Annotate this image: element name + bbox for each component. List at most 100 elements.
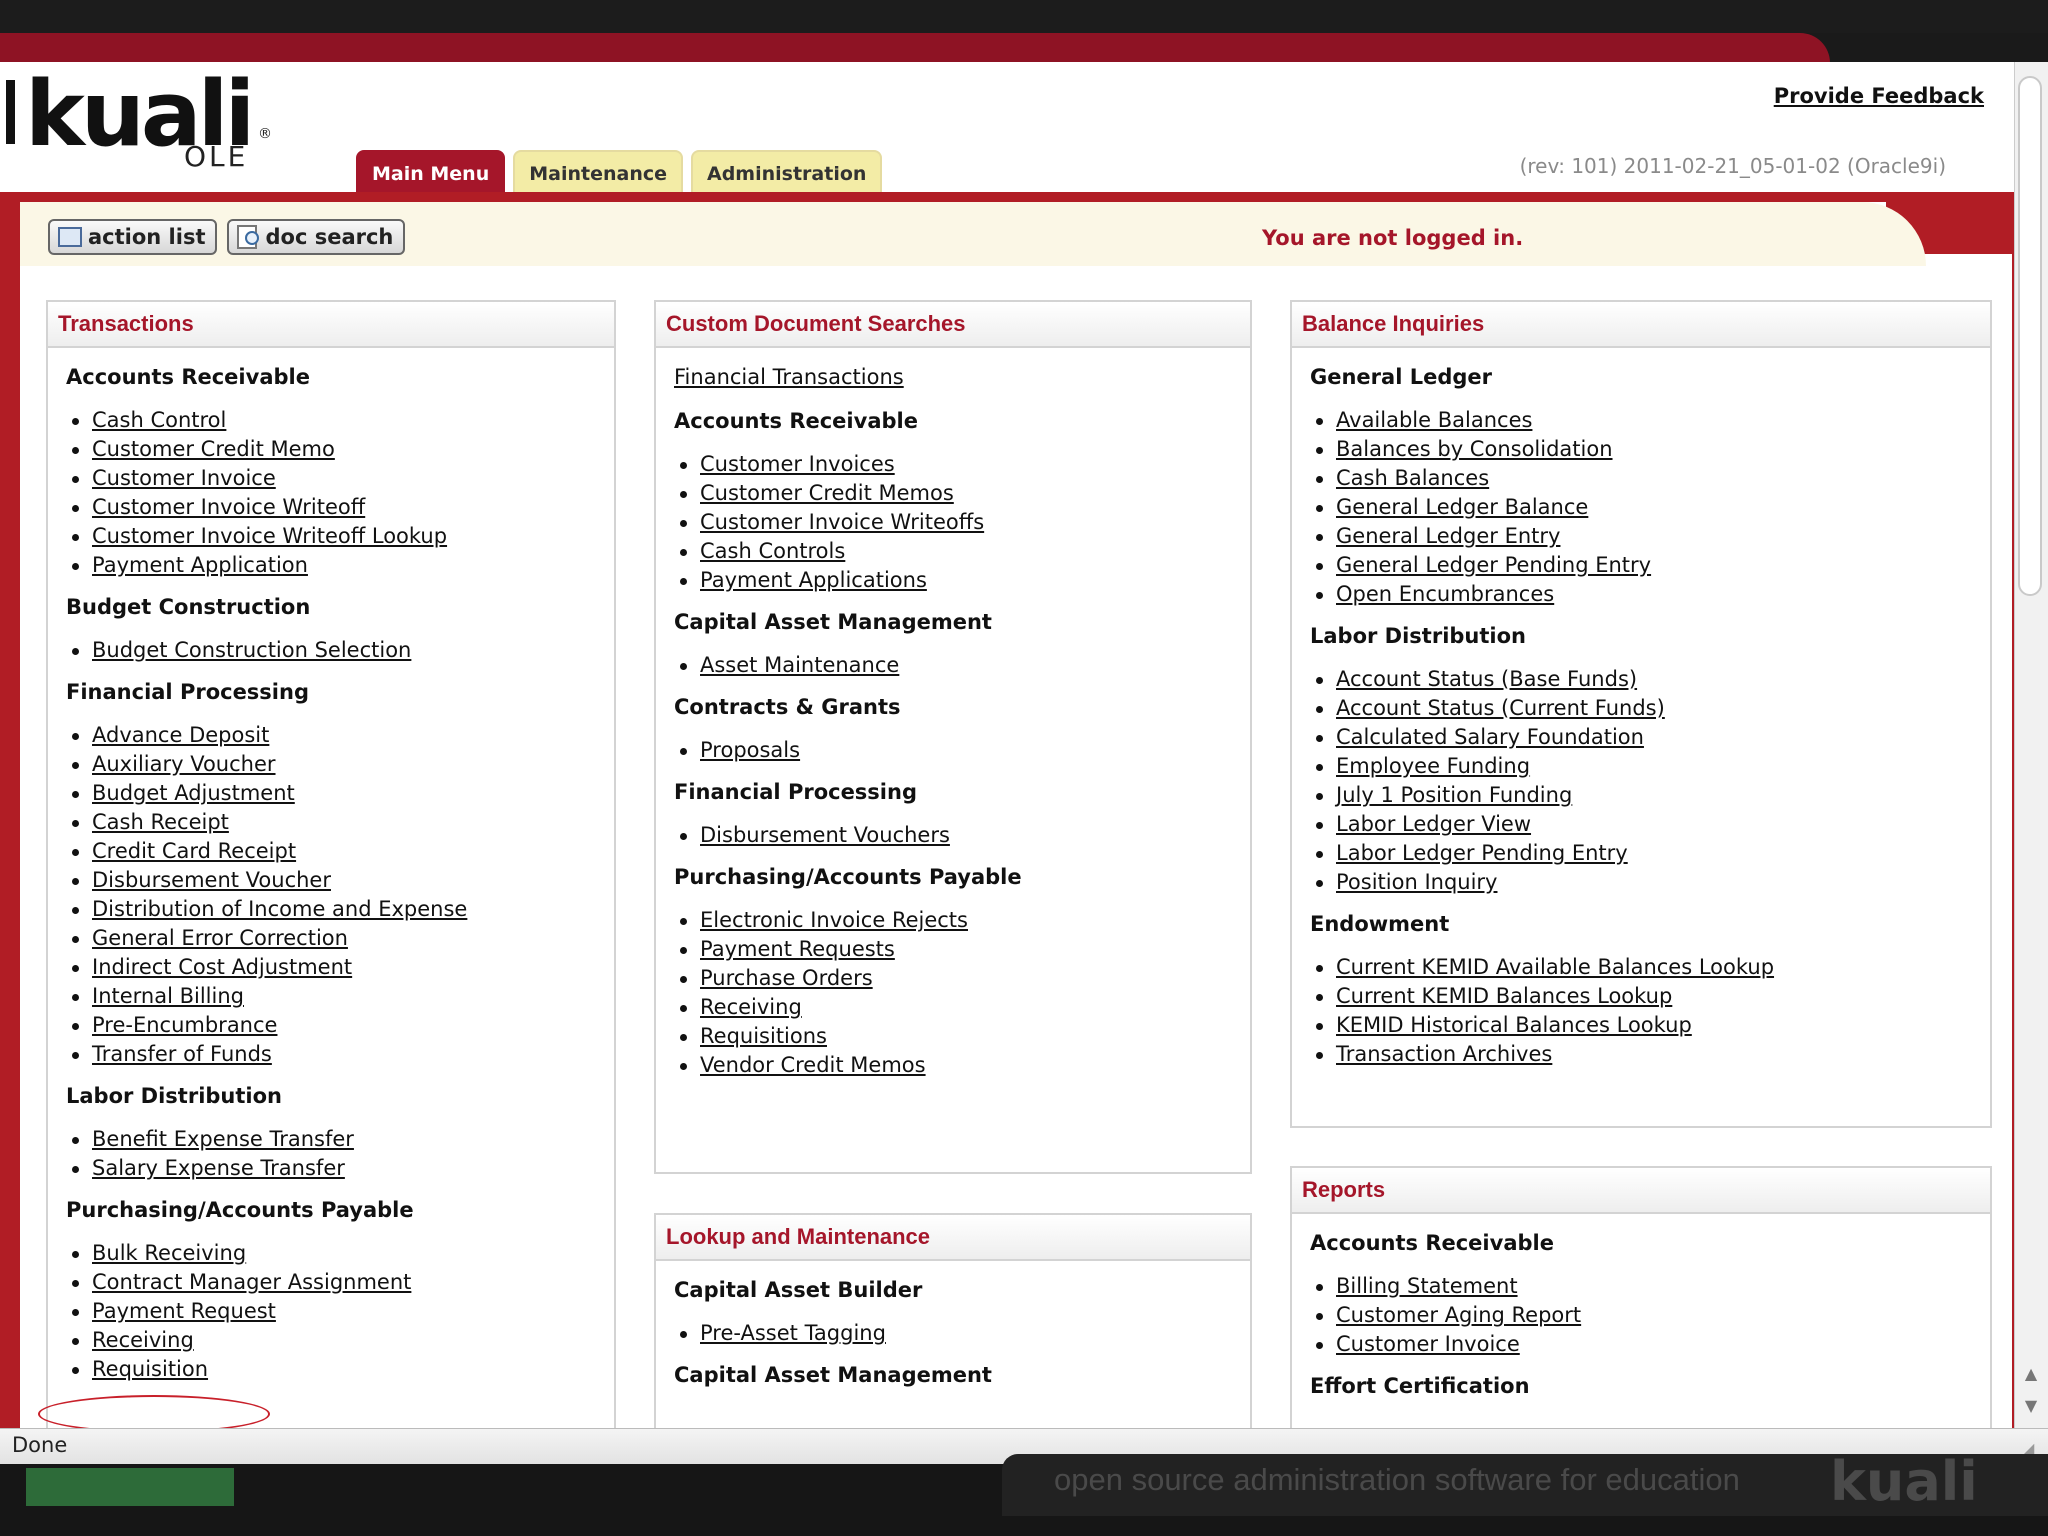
link-customer-credit-memos[interactable]: Customer Credit Memos	[700, 481, 954, 505]
link-cash-balances[interactable]: Cash Balances	[1336, 466, 1489, 490]
section-heading-financial-processing: Financial Processing	[66, 680, 309, 704]
link-labor-ledger-pending-entry[interactable]: Labor Ledger Pending Entry	[1336, 841, 1628, 865]
link-requisition[interactable]: Requisition	[92, 1357, 208, 1381]
link-customer-invoice[interactable]: Customer Invoice	[1336, 1332, 1520, 1356]
link-payment-requests[interactable]: Payment Requests	[700, 937, 895, 961]
link-general-ledger-balance[interactable]: General Ledger Balance	[1336, 495, 1588, 519]
link-payment-application[interactable]: Payment Application	[92, 553, 308, 577]
link-balances-by-consolidation[interactable]: Balances by Consolidation	[1336, 437, 1613, 461]
link-general-error-correction[interactable]: General Error Correction	[92, 926, 348, 950]
link-open-encumbrances[interactable]: Open Encumbrances	[1336, 582, 1554, 606]
link-general-ledger-entry[interactable]: General Ledger Entry	[1336, 524, 1560, 548]
link-cash-control[interactable]: Cash Control	[92, 408, 226, 432]
list-item: Budget Adjustment	[66, 779, 614, 808]
link-benefit-expense-transfer[interactable]: Benefit Expense Transfer	[92, 1127, 354, 1151]
link-available-balances[interactable]: Available Balances	[1336, 408, 1532, 432]
scroll-down-arrow-icon[interactable]: ▼	[2016, 1392, 2046, 1420]
link-account-status-base-funds[interactable]: Account Status (Base Funds)	[1336, 667, 1637, 691]
link-receiving[interactable]: Receiving	[92, 1328, 194, 1352]
link-asset-maintenance[interactable]: Asset Maintenance	[700, 653, 899, 677]
link-electronic-invoice-rejects[interactable]: Electronic Invoice Rejects	[700, 908, 968, 932]
link-payment-request[interactable]: Payment Request	[92, 1299, 276, 1323]
list-item: Disbursement Vouchers	[674, 821, 1250, 850]
link-auxiliary-voucher[interactable]: Auxiliary Voucher	[92, 752, 276, 776]
link-customer-invoices[interactable]: Customer Invoices	[700, 452, 895, 476]
list-item: Vendor Credit Memos	[674, 1051, 1250, 1080]
link-disbursement-vouchers[interactable]: Disbursement Vouchers	[700, 823, 950, 847]
tab-maintenance[interactable]: Maintenance	[513, 150, 683, 192]
list-item: Employee Funding	[1310, 752, 1990, 781]
link-distribution-of-income-and-expense[interactable]: Distribution of Income and Expense	[92, 897, 467, 921]
link-budget-adjustment[interactable]: Budget Adjustment	[92, 781, 295, 805]
list-item: Advance Deposit	[66, 721, 614, 750]
link-account-status-current-funds[interactable]: Account Status (Current Funds)	[1336, 696, 1665, 720]
link-indirect-cost-adjustment[interactable]: Indirect Cost Adjustment	[92, 955, 352, 979]
link-customer-invoice-writeoff[interactable]: Customer Invoice Writeoff	[92, 495, 365, 519]
link-contract-manager-assignment[interactable]: Contract Manager Assignment	[92, 1270, 411, 1294]
top-red-strip	[0, 33, 1830, 63]
link-list: Account Status (Base Funds) Account Statu…	[1310, 665, 1990, 897]
link-customer-credit-memo[interactable]: Customer Credit Memo	[92, 437, 335, 461]
link-current-kemid-balances-lookup[interactable]: Current KEMID Balances Lookup	[1336, 984, 1672, 1008]
transactions-panel: Transactions Accounts Receivable Cash Con…	[46, 300, 616, 1430]
transactions-panel-title: Transactions	[48, 302, 614, 348]
link-employee-funding[interactable]: Employee Funding	[1336, 754, 1530, 778]
link-customer-invoice-writeoff-lookup[interactable]: Customer Invoice Writeoff Lookup	[92, 524, 447, 548]
scroll-up-arrow-icon[interactable]: ▲	[2016, 1360, 2046, 1388]
logo-sub: OLE	[184, 140, 249, 173]
link-july-1-position-funding[interactable]: July 1 Position Funding	[1336, 783, 1572, 807]
link-transaction-archives[interactable]: Transaction Archives	[1336, 1042, 1552, 1066]
link-pre-encumbrance[interactable]: Pre-Encumbrance	[92, 1013, 277, 1037]
link-current-kemid-available-balances-lookup[interactable]: Current KEMID Available Balances Lookup	[1336, 955, 1774, 979]
link-advance-deposit[interactable]: Advance Deposit	[92, 723, 269, 747]
link-general-ledger-pending-entry[interactable]: General Ledger Pending Entry	[1336, 553, 1651, 577]
link-billing-statement[interactable]: Billing Statement	[1336, 1274, 1518, 1298]
link-requisitions[interactable]: Requisitions	[700, 1024, 827, 1048]
link-customer-invoice-writeoffs[interactable]: Customer Invoice Writeoffs	[700, 510, 984, 534]
list-item: Customer Invoice Writeoff	[66, 493, 614, 522]
section-heading-labor-distribution: Labor Distribution	[66, 1084, 282, 1108]
list-item: Payment Request	[66, 1297, 614, 1326]
link-payment-applications[interactable]: Payment Applications	[700, 568, 927, 592]
list-item: Distribution of Income and Expense	[66, 895, 614, 924]
list-item: Calculated Salary Foundation	[1310, 723, 1990, 752]
link-cash-receipt[interactable]: Cash Receipt	[92, 810, 229, 834]
list-item: Customer Invoice	[1310, 1330, 1990, 1359]
list-item: Receiving	[674, 993, 1250, 1022]
link-labor-ledger-view[interactable]: Labor Ledger View	[1336, 812, 1531, 836]
link-bulk-receiving[interactable]: Bulk Receiving	[92, 1241, 246, 1265]
link-budget-construction-selection[interactable]: Budget Construction Selection	[92, 638, 411, 662]
link-position-inquiry[interactable]: Position Inquiry	[1336, 870, 1497, 894]
link-customer-aging-report[interactable]: Customer Aging Report	[1336, 1303, 1581, 1327]
list-item: Requisition	[66, 1355, 614, 1384]
section-heading-accounts-receivable: Accounts Receivable	[1310, 1231, 1554, 1255]
section-heading-contracts-grants: Contracts & Grants	[674, 695, 901, 719]
list-item: Receiving	[66, 1326, 614, 1355]
provide-feedback-link[interactable]: Provide Feedback	[1774, 84, 1984, 108]
action-list-button[interactable]: action list	[48, 219, 218, 255]
lookup-maintenance-panel-title: Lookup and Maintenance	[656, 1215, 1250, 1261]
link-disbursement-voucher[interactable]: Disbursement Voucher	[92, 868, 331, 892]
link-kemid-historical-balances-lookup[interactable]: KEMID Historical Balances Lookup	[1336, 1013, 1692, 1037]
link-pre-asset-tagging[interactable]: Pre-Asset Tagging	[700, 1321, 886, 1345]
status-text: Done	[12, 1433, 68, 1457]
link-customer-invoice[interactable]: Customer Invoice	[92, 466, 276, 490]
link-purchase-orders[interactable]: Purchase Orders	[700, 966, 873, 990]
link-cash-controls[interactable]: Cash Controls	[700, 539, 845, 563]
link-proposals[interactable]: Proposals	[700, 738, 800, 762]
doc-search-icon	[237, 225, 260, 249]
scrollbar-thumb[interactable]	[2018, 76, 2042, 596]
link-internal-billing[interactable]: Internal Billing	[92, 984, 244, 1008]
link-calculated-salary-foundation[interactable]: Calculated Salary Foundation	[1336, 725, 1644, 749]
link-vendor-credit-memos[interactable]: Vendor Credit Memos	[700, 1053, 926, 1077]
link-list: Proposals	[674, 736, 1250, 765]
financial-transactions-link[interactable]: Financial Transactions	[674, 365, 904, 389]
link-receiving[interactable]: Receiving	[700, 995, 802, 1019]
link-salary-expense-transfer[interactable]: Salary Expense Transfer	[92, 1156, 345, 1180]
link-credit-card-receipt[interactable]: Credit Card Receipt	[92, 839, 296, 863]
doc-search-button[interactable]: doc search	[227, 219, 406, 255]
tab-main-menu[interactable]: Main Menu	[356, 150, 506, 192]
tab-administration[interactable]: Administration	[691, 150, 883, 192]
link-transfer-of-funds[interactable]: Transfer of Funds	[92, 1042, 272, 1066]
custom-searches-panel-title: Custom Document Searches	[656, 302, 1250, 348]
